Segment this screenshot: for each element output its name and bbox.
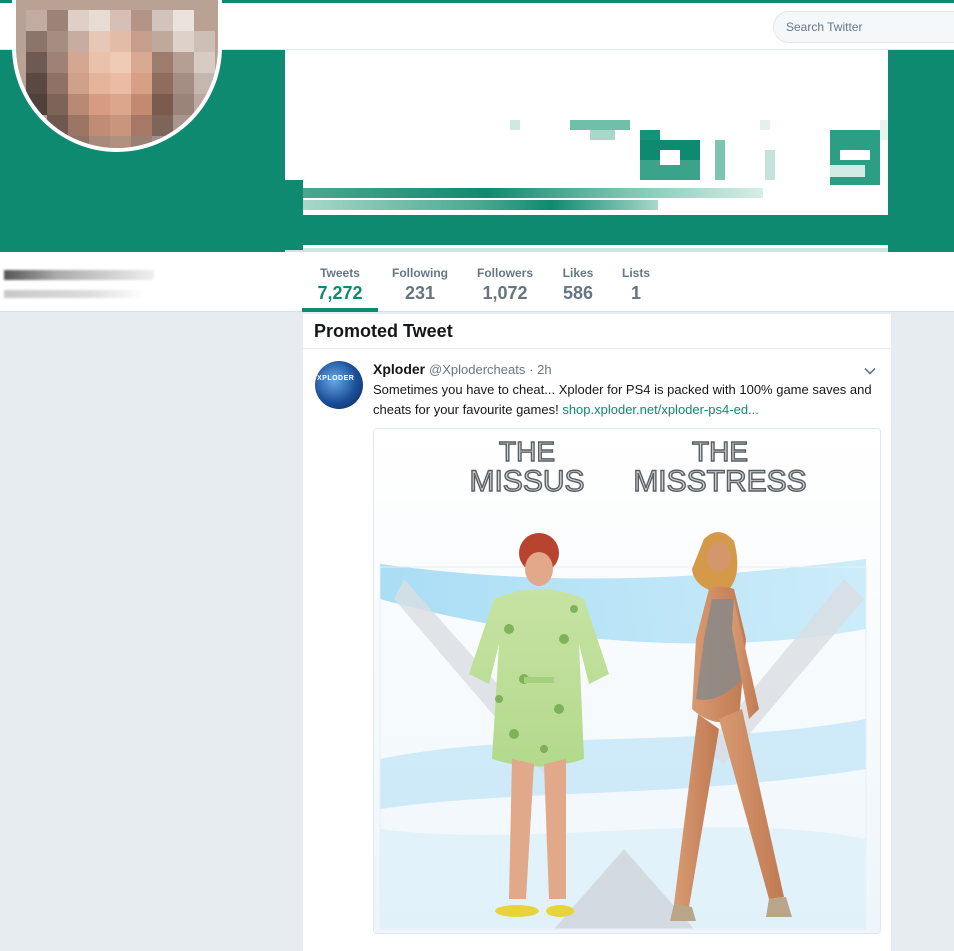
stat-label: Followers (476, 266, 533, 280)
stat-lists[interactable]: Lists 1 (618, 252, 654, 312)
stat-value: 1,072 (482, 283, 528, 303)
chevron-down-icon[interactable] (863, 364, 877, 378)
avatar-logo-text: XPLODER (317, 375, 355, 382)
headline-left-2: MISSUS (469, 465, 584, 498)
tweet-author-handle[interactable]: @Xplodercheats (429, 362, 525, 377)
banner-artwork (285, 50, 888, 255)
stat-likes[interactable]: Likes 586 (556, 252, 600, 312)
headline-left-1: THE (499, 436, 555, 467)
profile-nav: Tweets 7,272 Following 231 Followers 1,0… (0, 252, 954, 312)
tweet-header: Xploder @Xplodercheats · 2h (373, 361, 552, 377)
stat-tweets[interactable]: Tweets 7,272 (302, 252, 378, 312)
headline-right-1: THE (692, 436, 748, 467)
profile-handle-redacted (4, 290, 144, 298)
divider (303, 348, 891, 349)
tweet-text: Sometimes you have to cheat... Xploder f… (373, 380, 873, 420)
tweet-timestamp[interactable]: · 2h (529, 362, 551, 377)
tweet-author-name[interactable]: Xploder (373, 361, 425, 377)
stat-label: Likes (562, 266, 594, 280)
timeline: Promoted Tweet XPLODER Xploder @Xploderc… (303, 314, 891, 951)
ad-image-graphic: THE MISSUS THE MISSTRESS (374, 429, 880, 933)
search-input[interactable] (773, 11, 954, 43)
section-title: Promoted Tweet (314, 321, 453, 341)
stat-value: 586 (562, 283, 594, 303)
stat-value: 1 (630, 283, 641, 303)
tweet-link[interactable]: shop.xploder.net/xploder-ps4-ed... (562, 402, 759, 417)
headline-right-2: MISSTRESS (633, 465, 806, 498)
tweet-media-image[interactable]: THE MISSUS THE MISSTRESS (373, 428, 881, 934)
stat-label: Tweets (320, 266, 360, 280)
profile-name-redacted (4, 270, 154, 280)
stat-followers[interactable]: Followers 1,072 (470, 252, 540, 312)
stat-label: Lists (621, 266, 650, 280)
stat-value: 7,272 (317, 283, 363, 303)
stat-label: Following (392, 266, 448, 280)
stat-value: 231 (404, 283, 436, 303)
stat-following[interactable]: Following 231 (386, 252, 454, 312)
tweet-author-avatar[interactable]: XPLODER (315, 361, 363, 409)
